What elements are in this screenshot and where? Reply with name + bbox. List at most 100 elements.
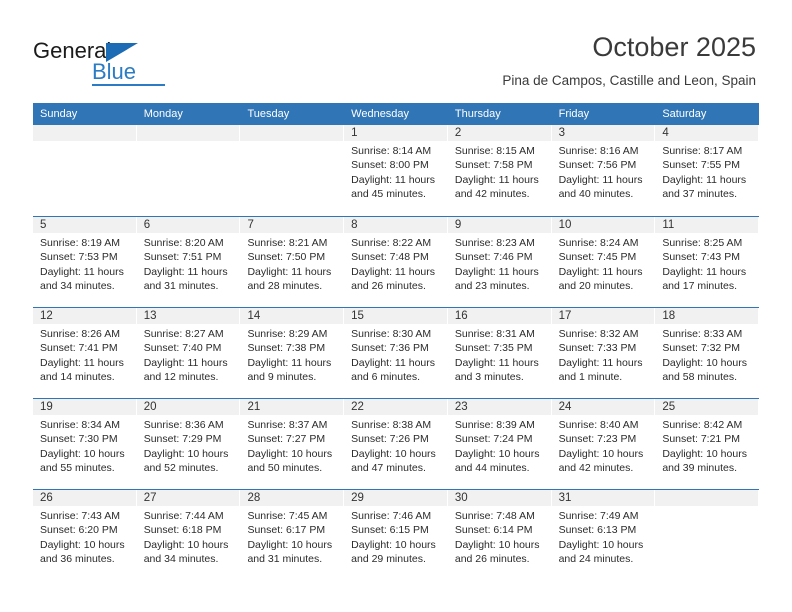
calendar-day-cell[interactable]: 4 Sunrise: 8:17 AM Sunset: 7:55 PM Daylight… — [655, 125, 760, 216]
day-sun-info: Sunrise: 8:30 AM Sunset: 7:36 PM Daylight:… — [344, 324, 447, 385]
daylight-text: Daylight: 10 hours and 24 minutes. — [558, 538, 644, 566]
day-sun-info: Sunrise: 8:15 AM Sunset: 7:58 PM Daylight:… — [448, 141, 551, 202]
calendar-day-cell[interactable]: 15 Sunrise: 8:30 AM Sunset: 7:36 PM Dayligh… — [344, 308, 448, 398]
calendar-page: General Blue October 2025 Pina de Campos… — [0, 0, 792, 612]
calendar-week-row: 26 Sunrise: 7:43 AM Sunset: 6:20 PM Dayligh… — [33, 489, 760, 580]
sunset-text: Sunset: 7:27 PM — [247, 433, 326, 446]
calendar-day-cell[interactable]: 5 Sunrise: 8:19 AM Sunset: 7:53 PM Daylight… — [33, 217, 137, 307]
sunset-text: Sunset: 6:14 PM — [454, 524, 533, 537]
calendar-day-cell[interactable]: 18 Sunrise: 8:33 AM Sunset: 7:32 PM Dayligh… — [655, 308, 760, 398]
calendar-day-cell[interactable]: 20 Sunrise: 8:36 AM Sunset: 7:29 PM Dayligh… — [136, 399, 241, 489]
weekday-header-row: Sunday Monday Tuesday Wednesday Thursday Frid… — [33, 103, 759, 125]
calendar-day-cell[interactable]: 11 Sunrise: 8:25 AM Sunset: 7:43 PM Dayligh… — [655, 217, 760, 307]
day-number: 4 — [655, 125, 759, 141]
day-sun-info: Sunrise: 7:44 AM Sunset: 6:18 PM Daylight:… — [137, 506, 240, 567]
day-number — [33, 125, 136, 141]
daylight-text: Daylight: 11 hours and 3 minutes. — [454, 356, 539, 384]
day-number: 23 — [447, 399, 551, 415]
day-sun-info: Sunrise: 8:32 AM Sunset: 7:33 PM Daylight:… — [552, 324, 655, 385]
calendar-day-cell[interactable]: 10 Sunrise: 8:24 AM Sunset: 7:45 PM Dayligh… — [551, 217, 656, 307]
calendar-day-cell[interactable]: 28 Sunrise: 7:45 AM Sunset: 6:17 PM Dayligh… — [240, 490, 345, 580]
calendar-day-cell[interactable]: 2 Sunrise: 8:15 AM Sunset: 7:58 PM Daylight… — [447, 125, 552, 216]
calendar-day-cell[interactable]: 13 Sunrise: 8:27 AM Sunset: 7:40 PM Dayligh… — [136, 308, 241, 398]
calendar-day-cell[interactable]: 1 Sunrise: 8:14 AM Sunset: 8:00 PM Daylight… — [344, 125, 448, 216]
daylight-text: Daylight: 11 hours and 42 minutes. — [454, 173, 539, 201]
day-number: 10 — [551, 217, 655, 233]
page-title: October 2025 — [592, 32, 756, 62]
sunset-text: Sunset: 7:48 PM — [351, 251, 429, 264]
day-sun-info: Sunrise: 8:14 AM Sunset: 8:00 PM Daylight:… — [344, 141, 447, 202]
sunset-text: Sunset: 7:36 PM — [351, 342, 429, 355]
daylight-text: Daylight: 10 hours and 44 minutes. — [454, 447, 540, 475]
sunset-text: Sunset: 7:30 PM — [40, 433, 118, 446]
day-number — [240, 125, 344, 141]
daylight-text: Daylight: 11 hours and 6 minutes. — [351, 356, 436, 384]
day-number: 26 — [33, 490, 136, 506]
calendar-day-cell[interactable]: 31 Sunrise: 7:49 AM Sunset: 6:13 PM Dayligh… — [551, 490, 656, 580]
day-number: 5 — [33, 217, 136, 233]
day-number: 20 — [136, 399, 240, 415]
day-sun-info: Sunrise: 8:39 AM Sunset: 7:24 PM Daylight:… — [448, 415, 551, 476]
logo-text-blue: Blue — [92, 59, 137, 84]
day-sun-info: Sunrise: 8:26 AM Sunset: 7:41 PM Daylight:… — [33, 324, 136, 385]
calendar-day-cell[interactable]: 17 Sunrise: 8:32 AM Sunset: 7:33 PM Dayligh… — [551, 308, 656, 398]
calendar-day-cell-empty — [240, 125, 345, 216]
daylight-text: Daylight: 11 hours and 40 minutes. — [558, 173, 643, 201]
day-number: 30 — [447, 490, 551, 506]
sunset-text: Sunset: 6:15 PM — [351, 524, 429, 537]
day-sun-info: Sunrise: 8:42 AM Sunset: 7:21 PM Daylight:… — [655, 415, 758, 476]
sunrise-text: Sunrise: 8:37 AM — [247, 419, 328, 431]
day-number: 31 — [551, 490, 655, 506]
day-number: 24 — [551, 399, 655, 415]
sunrise-text: Sunrise: 8:27 AM — [143, 328, 224, 340]
day-number — [655, 490, 759, 506]
weekday-header-tuesday: Tuesday — [247, 108, 290, 120]
daylight-text: Daylight: 10 hours and 26 minutes. — [454, 538, 540, 566]
day-sun-info: Sunrise: 8:19 AM Sunset: 7:53 PM Daylight:… — [33, 233, 136, 294]
calendar-day-cell[interactable]: 22 Sunrise: 8:38 AM Sunset: 7:26 PM Dayligh… — [344, 399, 448, 489]
calendar-day-cell[interactable]: 25 Sunrise: 8:42 AM Sunset: 7:21 PM Dayligh… — [655, 399, 760, 489]
day-number: 9 — [447, 217, 551, 233]
day-sun-info: Sunrise: 8:23 AM Sunset: 7:46 PM Daylight:… — [448, 233, 551, 294]
calendar-day-cell[interactable]: 7 Sunrise: 8:21 AM Sunset: 7:50 PM Daylight… — [240, 217, 345, 307]
sunrise-text: Sunrise: 7:49 AM — [558, 510, 639, 522]
weekday-header-wednesday: Wednesday — [351, 108, 410, 120]
sunset-text: Sunset: 7:26 PM — [351, 433, 429, 446]
day-number: 16 — [447, 308, 551, 324]
calendar-day-cell[interactable]: 23 Sunrise: 8:39 AM Sunset: 7:24 PM Dayligh… — [447, 399, 552, 489]
general-blue-logo[interactable]: General Blue — [33, 38, 165, 86]
calendar-day-cell[interactable]: 9 Sunrise: 8:23 AM Sunset: 7:46 PM Daylight… — [447, 217, 552, 307]
calendar-day-cell-empty — [33, 125, 137, 216]
calendar-day-cell[interactable]: 30 Sunrise: 7:48 AM Sunset: 6:14 PM Dayligh… — [447, 490, 552, 580]
calendar-day-cell[interactable]: 26 Sunrise: 7:43 AM Sunset: 6:20 PM Dayligh… — [33, 490, 137, 580]
calendar-day-cell[interactable]: 14 Sunrise: 8:29 AM Sunset: 7:38 PM Dayligh… — [240, 308, 345, 398]
sunrise-text: Sunrise: 8:34 AM — [40, 419, 120, 431]
sunrise-text: Sunrise: 8:22 AM — [351, 237, 432, 249]
calendar-day-cell[interactable]: 29 Sunrise: 7:46 AM Sunset: 6:15 PM Dayligh… — [344, 490, 448, 580]
calendar-day-cell[interactable]: 21 Sunrise: 8:37 AM Sunset: 7:27 PM Dayligh… — [240, 399, 345, 489]
calendar-day-cell[interactable]: 27 Sunrise: 7:44 AM Sunset: 6:18 PM Dayligh… — [136, 490, 241, 580]
sunset-text: Sunset: 7:32 PM — [662, 342, 740, 355]
day-number: 2 — [447, 125, 551, 141]
day-number: 3 — [551, 125, 655, 141]
calendar-day-cell[interactable]: 6 Sunrise: 8:20 AM Sunset: 7:51 PM Daylight… — [136, 217, 241, 307]
daylight-text: Daylight: 11 hours and 37 minutes. — [662, 173, 747, 201]
sunrise-text: Sunrise: 8:29 AM — [247, 328, 328, 340]
calendar-day-cell[interactable]: 12 Sunrise: 8:26 AM Sunset: 7:41 PM Dayligh… — [33, 308, 137, 398]
calendar-day-cell[interactable]: 16 Sunrise: 8:31 AM Sunset: 7:35 PM Dayligh… — [447, 308, 552, 398]
calendar-day-cell[interactable]: 19 Sunrise: 8:34 AM Sunset: 7:30 PM Dayligh… — [33, 399, 137, 489]
calendar-day-cell[interactable]: 8 Sunrise: 8:22 AM Sunset: 7:48 PM Daylight… — [344, 217, 448, 307]
weekday-header-friday: Friday — [558, 108, 590, 120]
sunset-text: Sunset: 6:13 PM — [558, 524, 637, 537]
calendar-day-cell[interactable]: 24 Sunrise: 8:40 AM Sunset: 7:23 PM Dayligh… — [551, 399, 656, 489]
daylight-text: Daylight: 11 hours and 9 minutes. — [247, 356, 332, 384]
day-number: 25 — [655, 399, 759, 415]
daylight-text: Daylight: 11 hours and 12 minutes. — [143, 356, 228, 384]
daylight-text: Daylight: 11 hours and 28 minutes. — [247, 265, 332, 293]
daylight-text: Daylight: 11 hours and 17 minutes. — [662, 265, 747, 293]
sunset-text: Sunset: 7:56 PM — [558, 159, 637, 172]
calendar-day-cell[interactable]: 3 Sunrise: 8:16 AM Sunset: 7:56 PM Daylight… — [551, 125, 656, 216]
day-number: 22 — [344, 399, 447, 415]
daylight-text: Daylight: 11 hours and 1 minute. — [558, 356, 643, 384]
day-number: 12 — [33, 308, 136, 324]
